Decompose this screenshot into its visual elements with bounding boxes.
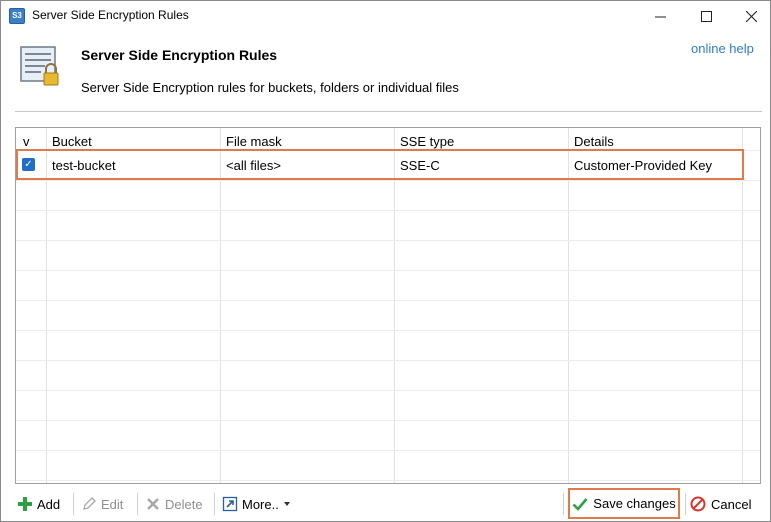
dialog-window: S3 Server Side Encryption Rules Server S… — [0, 0, 771, 522]
minimize-button[interactable] — [637, 1, 683, 31]
plus-icon — [18, 497, 32, 511]
column-header-details[interactable]: Details — [574, 134, 614, 149]
window-title: Server Side Encryption Rules — [32, 8, 189, 22]
more-button[interactable]: More.. — [218, 492, 295, 516]
cell-details[interactable]: Customer-Provided Key — [574, 158, 712, 173]
row-divider — [16, 450, 760, 451]
row-divider — [16, 240, 760, 241]
close-icon — [745, 10, 757, 22]
cell-file-mask[interactable]: <all files> — [226, 158, 281, 173]
title-bar[interactable]: S3 Server Side Encryption Rules — [1, 1, 770, 31]
more-label: More.. — [242, 496, 279, 512]
toolbar-separator — [685, 493, 686, 515]
save-changes-button[interactable]: Save changes — [568, 488, 680, 519]
row-divider — [16, 300, 760, 301]
edit-button[interactable]: Edit — [77, 492, 127, 516]
cell-bucket[interactable]: test-bucket — [52, 158, 116, 173]
column-header-file-mask[interactable]: File mask — [226, 134, 282, 149]
column-divider — [220, 128, 221, 483]
online-help-link[interactable]: online help — [691, 41, 754, 56]
row-divider — [16, 360, 760, 361]
pencil-icon — [83, 497, 96, 510]
toolbar-separator — [214, 493, 215, 515]
dropdown-arrow-icon — [283, 502, 290, 506]
delete-x-icon — [147, 498, 159, 510]
app-icon: S3 — [9, 8, 25, 24]
encrypted-document-icon — [20, 46, 59, 86]
bottom-toolbar: Add Edit Delete More.. Save changes Canc… — [1, 488, 770, 521]
row-enabled-checkbox[interactable]: ✓ — [22, 158, 35, 171]
column-divider — [742, 128, 743, 483]
row-divider — [16, 420, 760, 421]
cancel-button[interactable]: Cancel — [690, 492, 751, 516]
rules-grid[interactable]: v Bucket File mask SSE type Details ✓ te… — [15, 127, 761, 484]
minimize-icon — [654, 16, 666, 17]
column-divider — [568, 128, 569, 483]
checkmark-icon — [572, 497, 588, 511]
column-header-bucket[interactable]: Bucket — [52, 134, 92, 149]
cancel-label: Cancel — [711, 496, 752, 512]
close-button[interactable] — [728, 1, 771, 31]
column-header-sse-type[interactable]: SSE type — [400, 134, 454, 149]
add-button[interactable]: Add — [13, 492, 64, 516]
maximize-icon — [700, 10, 712, 22]
row-divider — [16, 270, 760, 271]
header-divider — [15, 111, 762, 112]
page-title: Server Side Encryption Rules — [81, 47, 278, 63]
row-divider — [16, 390, 760, 391]
toolbar-separator — [563, 493, 564, 515]
toolbar-separator — [73, 493, 74, 515]
column-divider — [394, 128, 395, 483]
dialog-header: Server Side Encryption Rules Server Side… — [1, 31, 770, 111]
column-header-v[interactable]: v — [23, 134, 30, 149]
delete-button[interactable]: Delete — [141, 492, 207, 516]
row-divider — [16, 480, 760, 481]
cell-sse-type[interactable]: SSE-C — [400, 158, 440, 173]
edit-label: Edit — [101, 496, 124, 512]
cancel-icon — [690, 496, 706, 512]
maximize-button[interactable] — [683, 1, 729, 31]
save-changes-label: Save changes — [593, 496, 676, 511]
page-subtitle: Server Side Encryption rules for buckets… — [81, 80, 459, 95]
row-divider — [16, 210, 760, 211]
toolbar-separator — [137, 493, 138, 515]
row-divider — [16, 180, 760, 181]
add-label: Add — [37, 496, 61, 512]
external-arrow-icon — [222, 496, 238, 512]
row-divider — [16, 150, 760, 151]
delete-label: Delete — [165, 496, 203, 512]
row-divider — [16, 330, 760, 331]
column-divider — [46, 128, 47, 483]
